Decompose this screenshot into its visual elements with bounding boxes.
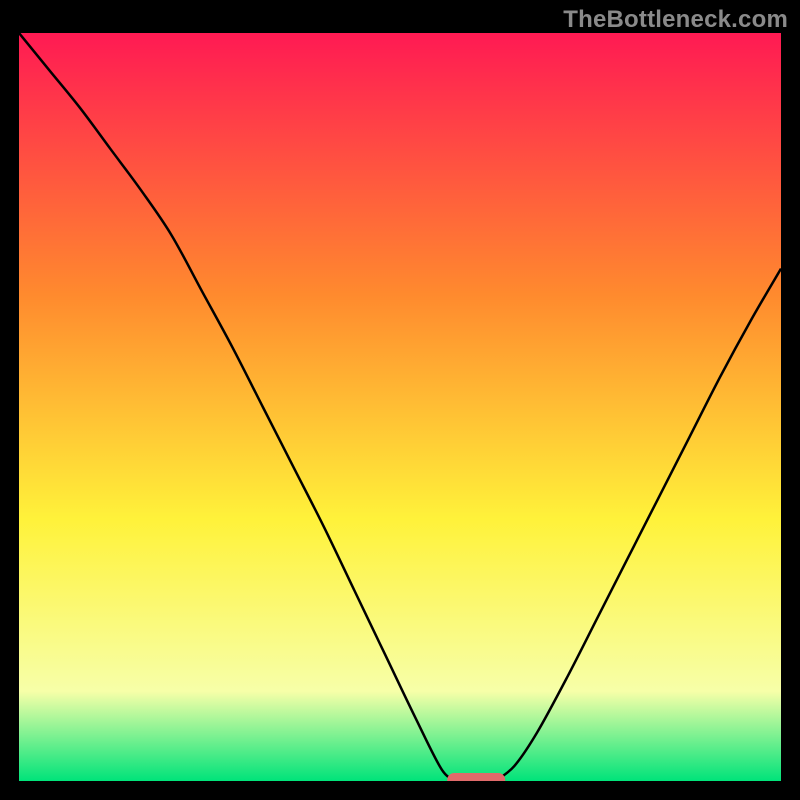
bottleneck-chart <box>19 33 781 781</box>
optimal-marker <box>447 773 505 781</box>
gradient-background <box>19 33 781 781</box>
plot-area <box>19 33 781 781</box>
watermark-text: TheBottleneck.com <box>563 6 788 34</box>
chart-frame: TheBottleneck.com <box>0 0 800 800</box>
